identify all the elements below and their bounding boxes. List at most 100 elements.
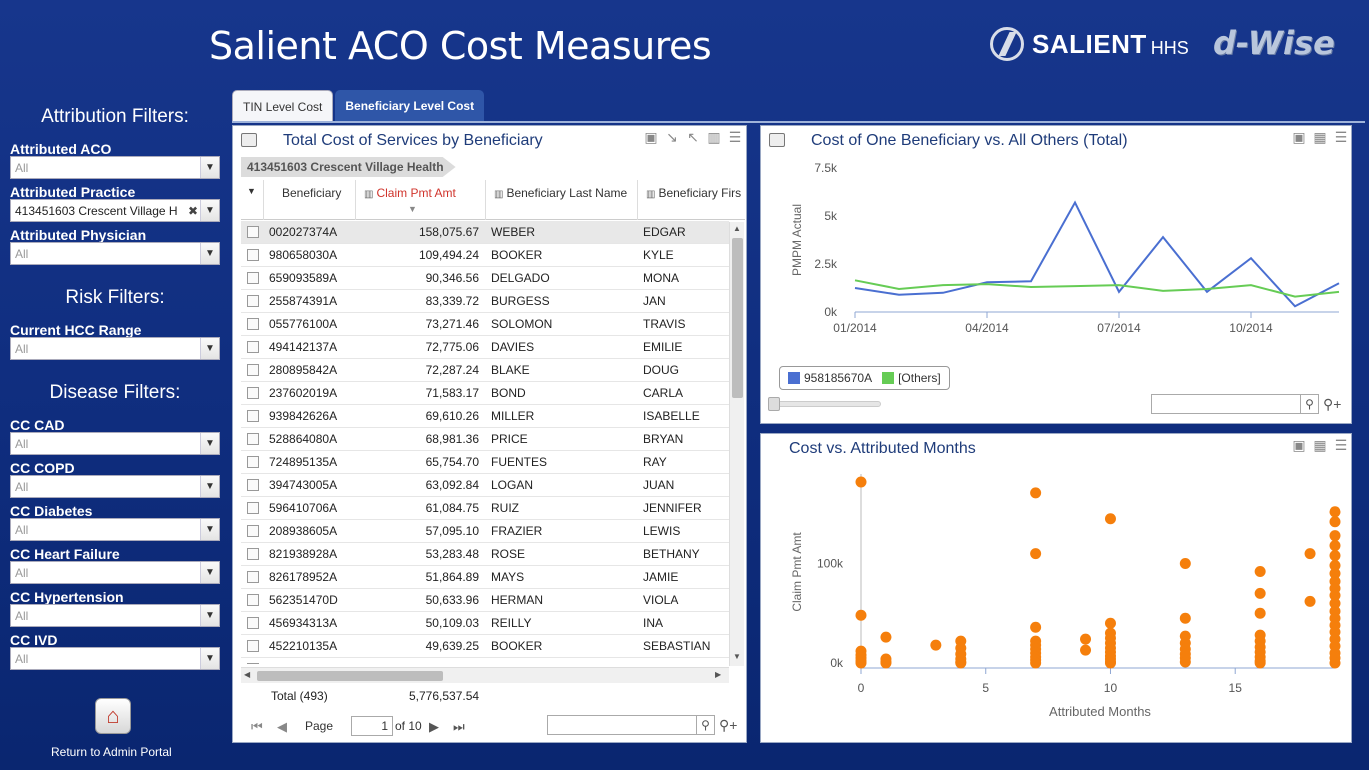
table-row[interactable]: 659093589A 90,346.56 DELGADO MONA (241, 267, 729, 290)
table-row[interactable]: 980658030A 109,494.24 BOOKER KYLE (241, 244, 729, 267)
table-row[interactable]: 229760363A 49,216.33 STANTON JENNIFER (241, 658, 729, 664)
scroll-up-icon[interactable]: ▲ (733, 224, 741, 233)
chevron-down-icon[interactable]: ▼ (200, 648, 219, 669)
table-row[interactable]: 002027374A 158,075.67 WEBER EDGAR (241, 221, 729, 244)
scroll-right-icon[interactable]: ▶ (715, 670, 721, 679)
row-checkbox[interactable] (247, 364, 259, 376)
legend-item[interactable]: 958185670A (804, 371, 872, 385)
legend-item[interactable]: [Others] (898, 371, 941, 385)
scrollbar-thumb[interactable] (732, 238, 743, 398)
return-admin-portal-label[interactable]: Return to Admin Portal (51, 745, 172, 759)
cc-diabetes-select[interactable]: All ▼ (10, 518, 220, 541)
table-row[interactable]: 237602019A 71,583.17 BOND CARLA (241, 382, 729, 405)
last-page-icon[interactable]: ⏭ (453, 719, 465, 735)
advanced-search-icon[interactable]: ⚲+ (719, 717, 737, 734)
scroll-left-icon[interactable]: ◀ (244, 670, 250, 679)
panel-settings-icon[interactable] (241, 133, 257, 147)
chart-search-input[interactable]: ⚲ (1151, 394, 1319, 414)
col-header-beneficiary[interactable]: Beneficiary (263, 180, 355, 220)
menu-icon[interactable]: ☰ (1333, 129, 1349, 145)
chart-icon[interactable]: ▥ (706, 129, 722, 145)
row-checkbox[interactable] (247, 571, 259, 583)
row-checkbox[interactable] (247, 410, 259, 422)
chevron-down-icon[interactable]: ▼ (200, 433, 219, 454)
row-checkbox[interactable] (247, 226, 259, 238)
chevron-down-icon[interactable]: ▼ (200, 157, 219, 178)
row-checkbox[interactable] (247, 295, 259, 307)
row-checkbox[interactable] (247, 525, 259, 537)
table-row[interactable]: 494142137A 72,775.06 DAVIES EMILIE (241, 336, 729, 359)
table-row[interactable]: 255874391A 83,339.72 BURGESS JAN (241, 290, 729, 313)
col-header-last-name[interactable]: ▥ Beneficiary Last Name (485, 180, 637, 220)
page-number-input[interactable]: 1 (351, 716, 393, 736)
chevron-down-icon[interactable]: ▼ (200, 605, 219, 626)
grid-icon[interactable]: ▦ (1312, 437, 1328, 453)
cc-heart-failure-select[interactable]: All ▼ (10, 561, 220, 584)
scrollbar-thumb[interactable] (257, 671, 443, 681)
tab-beneficiary-level-cost[interactable]: Beneficiary Level Cost (335, 90, 485, 122)
chevron-down-icon[interactable]: ▼ (200, 519, 219, 540)
chevron-down-icon[interactable]: ▼ (200, 200, 219, 221)
tab-tin-level-cost[interactable]: TIN Level Cost (232, 90, 334, 122)
row-checkbox[interactable] (247, 272, 259, 284)
chevron-down-icon[interactable]: ▼ (200, 243, 219, 264)
row-checkbox[interactable] (247, 341, 259, 353)
table-row[interactable]: 562351470D 50,633.96 HERMAN VIOLA (241, 589, 729, 612)
col-header-first-name[interactable]: ▥ Beneficiary Firs (637, 180, 745, 220)
row-checkbox[interactable] (247, 433, 259, 445)
search-icon[interactable]: ⚲ (1300, 395, 1318, 413)
row-checkbox[interactable] (247, 456, 259, 468)
search-icon[interactable]: ⚲ (696, 716, 714, 734)
first-page-icon[interactable]: ⏮ (251, 719, 263, 735)
breadcrumb[interactable]: 413451603 Crescent Village Health (241, 157, 456, 177)
grid-icon[interactable]: ▦ (1312, 129, 1328, 145)
row-checkbox[interactable] (247, 548, 259, 560)
hcc-range-select[interactable]: All ▼ (10, 337, 220, 360)
row-select-menu-icon[interactable]: ▼ (241, 180, 263, 220)
attributed-aco-select[interactable]: All ▼ (10, 156, 220, 179)
chevron-down-icon[interactable]: ▼ (200, 562, 219, 583)
col-header-claim-pmt-amt[interactable]: ▥ Claim Pmt Amt ▼ (355, 180, 485, 220)
slider-handle[interactable] (768, 397, 780, 411)
drill-down-icon[interactable]: ↘ (664, 129, 680, 145)
prev-page-icon[interactable]: ◀ (277, 719, 287, 735)
table-row[interactable]: 724895135A 65,754.70 FUENTES RAY (241, 451, 729, 474)
cc-ivd-select[interactable]: All ▼ (10, 647, 220, 670)
table-row[interactable]: 452210135A 49,639.25 BOOKER SEBASTIAN (241, 635, 729, 658)
table-row[interactable]: 394743005A 63,092.84 LOGAN JUAN (241, 474, 729, 497)
time-range-slider[interactable] (768, 397, 881, 411)
table-row[interactable]: 208938605A 57,095.10 FRAZIER LEWIS (241, 520, 729, 543)
export-icon[interactable]: ▣ (1291, 129, 1307, 145)
horizontal-scrollbar[interactable]: ◀ ▶ (241, 667, 729, 683)
row-checkbox[interactable] (247, 617, 259, 629)
menu-icon[interactable]: ☰ (1333, 437, 1349, 453)
table-row[interactable]: 821938928A 53,283.48 ROSE BETHANY (241, 543, 729, 566)
chevron-down-icon[interactable]: ▼ (200, 476, 219, 497)
row-checkbox[interactable] (247, 387, 259, 399)
menu-icon[interactable]: ☰ (727, 129, 743, 145)
cc-cad-select[interactable]: All ▼ (10, 432, 220, 455)
home-button[interactable]: ⌂ (95, 698, 131, 734)
scroll-down-icon[interactable]: ▼ (733, 652, 741, 661)
table-row[interactable]: 528864080A 68,981.36 PRICE BRYAN (241, 428, 729, 451)
table-row[interactable]: 280895842A 72,287.24 BLAKE DOUG (241, 359, 729, 382)
export-icon[interactable]: ▣ (643, 129, 659, 145)
attributed-physician-select[interactable]: All ▼ (10, 242, 220, 265)
table-row[interactable]: 826178952A 51,864.89 MAYS JAMIE (241, 566, 729, 589)
row-checkbox[interactable] (247, 640, 259, 652)
chevron-down-icon[interactable]: ▼ (200, 338, 219, 359)
row-checkbox[interactable] (247, 502, 259, 514)
advanced-search-icon[interactable]: ⚲+ (1323, 396, 1341, 413)
clear-icon[interactable]: ✖ (188, 204, 198, 218)
row-checkbox[interactable] (247, 318, 259, 330)
table-search-input[interactable]: ⚲ (547, 715, 715, 735)
vertical-scrollbar[interactable]: ▲ ▼ (729, 222, 744, 666)
panel-settings-icon[interactable] (769, 133, 785, 147)
row-checkbox[interactable] (247, 249, 259, 261)
row-checkbox[interactable] (247, 594, 259, 606)
table-row[interactable]: 055776100A 73,271.46 SOLOMON TRAVIS (241, 313, 729, 336)
row-checkbox[interactable] (247, 663, 259, 664)
table-row[interactable]: 456934313A 50,109.03 REILLY INA (241, 612, 729, 635)
table-row[interactable]: 596410706A 61,084.75 RUIZ JENNIFER (241, 497, 729, 520)
attributed-practice-select[interactable]: 413451603 Crescent Village H ✖ ▼ (10, 199, 220, 222)
